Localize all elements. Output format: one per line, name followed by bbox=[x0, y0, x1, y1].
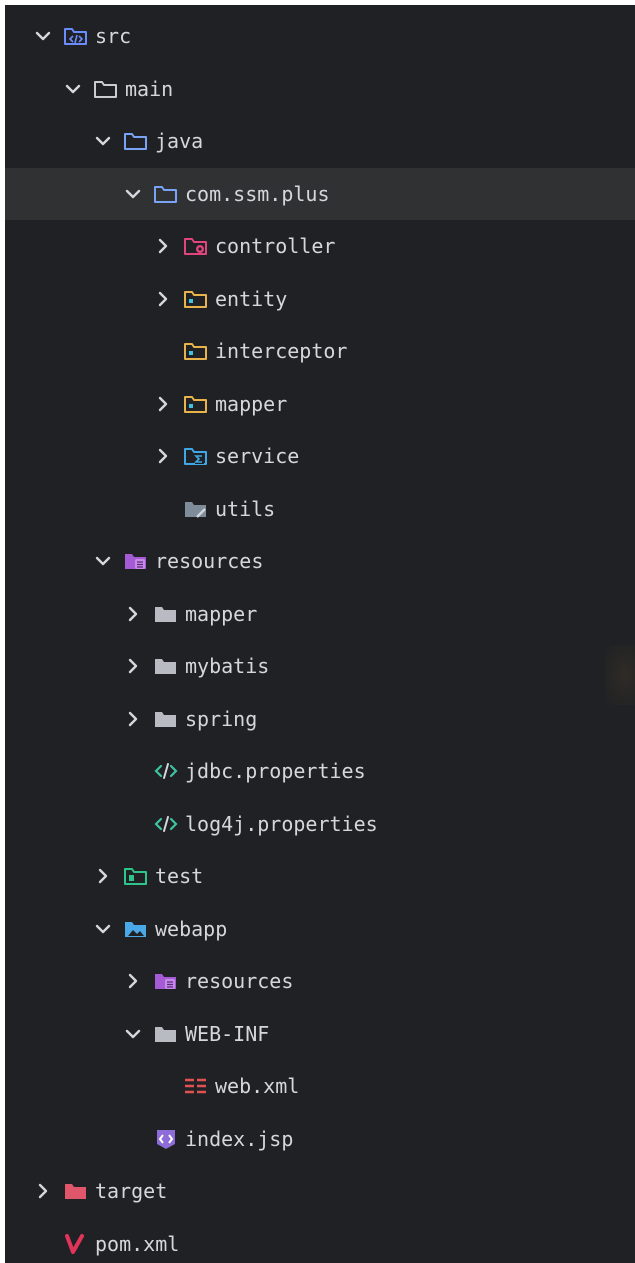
chevron-down-icon[interactable] bbox=[125, 1026, 141, 1042]
folder-solid-icon bbox=[153, 603, 179, 625]
tree-item-label: spring bbox=[185, 706, 258, 731]
resources-folder-icon bbox=[153, 970, 179, 992]
chevron-down-icon[interactable] bbox=[95, 921, 111, 937]
folder-outline-icon bbox=[93, 78, 119, 100]
chevron-down-icon[interactable] bbox=[65, 81, 81, 97]
test-folder-icon bbox=[123, 865, 149, 887]
package-folder-icon bbox=[183, 393, 209, 415]
chevron-down-icon[interactable] bbox=[125, 186, 141, 202]
chevron-right-icon[interactable] bbox=[155, 291, 171, 307]
tree-item-log4j-properties[interactable]: log4j.properties bbox=[5, 798, 635, 850]
folder-outline-icon bbox=[153, 183, 179, 205]
folder-solid-icon bbox=[153, 708, 179, 730]
tree-item-label: pom.xml bbox=[95, 1231, 180, 1256]
tree-item-src[interactable]: src bbox=[5, 10, 635, 62]
tree-item-index-jsp[interactable]: index.jsp bbox=[5, 1113, 635, 1165]
chevron-right-icon[interactable] bbox=[125, 658, 141, 674]
tree-item-label: resources bbox=[155, 549, 264, 573]
service-folder-icon bbox=[183, 445, 209, 467]
folder-solid-icon bbox=[153, 1023, 179, 1045]
tree-item-mapper[interactable]: mapper bbox=[5, 588, 635, 640]
tree-item-web-inf[interactable]: WEB-INF bbox=[5, 1008, 635, 1060]
package-folder-icon bbox=[183, 288, 209, 310]
tree-item-label: resources bbox=[185, 969, 294, 993]
tree-item-mybatis[interactable]: mybatis bbox=[5, 640, 635, 692]
tree-item-entity[interactable]: entity bbox=[5, 273, 635, 325]
background-glow bbox=[605, 645, 635, 705]
file-explorer-panel: src main java com.ssm.plus controller entity i… bbox=[5, 5, 635, 1263]
tree-item-label: utils bbox=[215, 496, 276, 521]
resources-folder-icon bbox=[123, 550, 149, 572]
code-file-icon bbox=[153, 760, 179, 782]
package-folder-icon bbox=[183, 340, 209, 362]
tree-item-interceptor[interactable]: interceptor bbox=[5, 325, 635, 377]
tree-item-label: controller bbox=[215, 234, 336, 258]
tree-item-label: com.ssm.plus bbox=[185, 181, 330, 206]
tree-item-label: WEB-INF bbox=[185, 1021, 270, 1046]
webapp-folder-icon bbox=[123, 918, 149, 940]
tree-item-main[interactable]: main bbox=[5, 63, 635, 115]
tree-item-label: src bbox=[95, 24, 132, 48]
tree-item-utils[interactable]: utils bbox=[5, 483, 635, 535]
maven-file-icon bbox=[63, 1233, 89, 1255]
tree-item-label: mapper bbox=[215, 391, 288, 416]
chevron-right-icon[interactable] bbox=[155, 238, 171, 254]
utils-folder-icon bbox=[183, 498, 209, 520]
tree-item-label: log4j.properties bbox=[185, 811, 378, 836]
tree-item-jdbc-properties[interactable]: jdbc.properties bbox=[5, 745, 635, 797]
chevron-right-icon[interactable] bbox=[155, 448, 171, 464]
tree-item-resources[interactable]: resources bbox=[5, 955, 635, 1007]
xml-file-icon bbox=[183, 1075, 209, 1097]
tree-item-label: test bbox=[155, 864, 204, 888]
tree-item-label: service bbox=[215, 444, 300, 468]
src-folder-icon bbox=[63, 25, 89, 47]
chevron-right-icon[interactable] bbox=[125, 711, 141, 727]
chevron-right-icon[interactable] bbox=[125, 973, 141, 989]
tree-item-com-ssm-plus[interactable]: com.ssm.plus bbox=[5, 167, 635, 220]
tree-item-label: mybatis bbox=[185, 654, 270, 678]
tree-item-label: entity bbox=[215, 286, 288, 311]
tree-item-label: webapp bbox=[155, 916, 228, 941]
code-file-icon bbox=[153, 813, 179, 835]
tree-item-web-xml[interactable]: web.xml bbox=[5, 1060, 635, 1112]
folder-solid-icon bbox=[153, 655, 179, 677]
tree-item-label: jdbc.properties bbox=[185, 759, 366, 783]
tree-item-webapp[interactable]: webapp bbox=[5, 903, 635, 955]
chevron-down-icon[interactable] bbox=[95, 133, 111, 149]
tree-item-spring[interactable]: spring bbox=[5, 693, 635, 745]
tree-item-label: index.jsp bbox=[185, 1126, 294, 1151]
tree-item-target[interactable]: target bbox=[5, 1165, 635, 1217]
jsp-file-icon bbox=[153, 1128, 179, 1150]
folder-outline-icon bbox=[123, 130, 149, 152]
tree-item-service[interactable]: service bbox=[5, 430, 635, 482]
chevron-right-icon[interactable] bbox=[155, 396, 171, 412]
tree-item-label: interceptor bbox=[215, 339, 348, 363]
tree-item-mapper[interactable]: mapper bbox=[5, 378, 635, 430]
chevron-down-icon[interactable] bbox=[95, 553, 111, 569]
chevron-right-icon[interactable] bbox=[125, 606, 141, 622]
tree-item-label: mapper bbox=[185, 601, 258, 626]
tree-item-resources[interactable]: resources bbox=[5, 535, 635, 587]
chevron-right-icon[interactable] bbox=[95, 868, 111, 884]
tree-item-java[interactable]: java bbox=[5, 115, 635, 167]
chevron-right-icon[interactable] bbox=[35, 1183, 51, 1199]
tree-item-pom-xml[interactable]: pom.xml bbox=[5, 1218, 635, 1263]
tree-item-test[interactable]: test bbox=[5, 850, 635, 902]
tree-item-controller[interactable]: controller bbox=[5, 220, 635, 272]
target-folder-icon bbox=[63, 1180, 89, 1202]
tree-item-label: main bbox=[125, 76, 174, 101]
tree-item-label: java bbox=[155, 129, 204, 153]
tree-item-label: target bbox=[95, 1179, 168, 1203]
tree-item-label: web.xml bbox=[215, 1074, 300, 1098]
controller-folder-icon bbox=[183, 235, 209, 257]
chevron-down-icon[interactable] bbox=[35, 28, 51, 44]
